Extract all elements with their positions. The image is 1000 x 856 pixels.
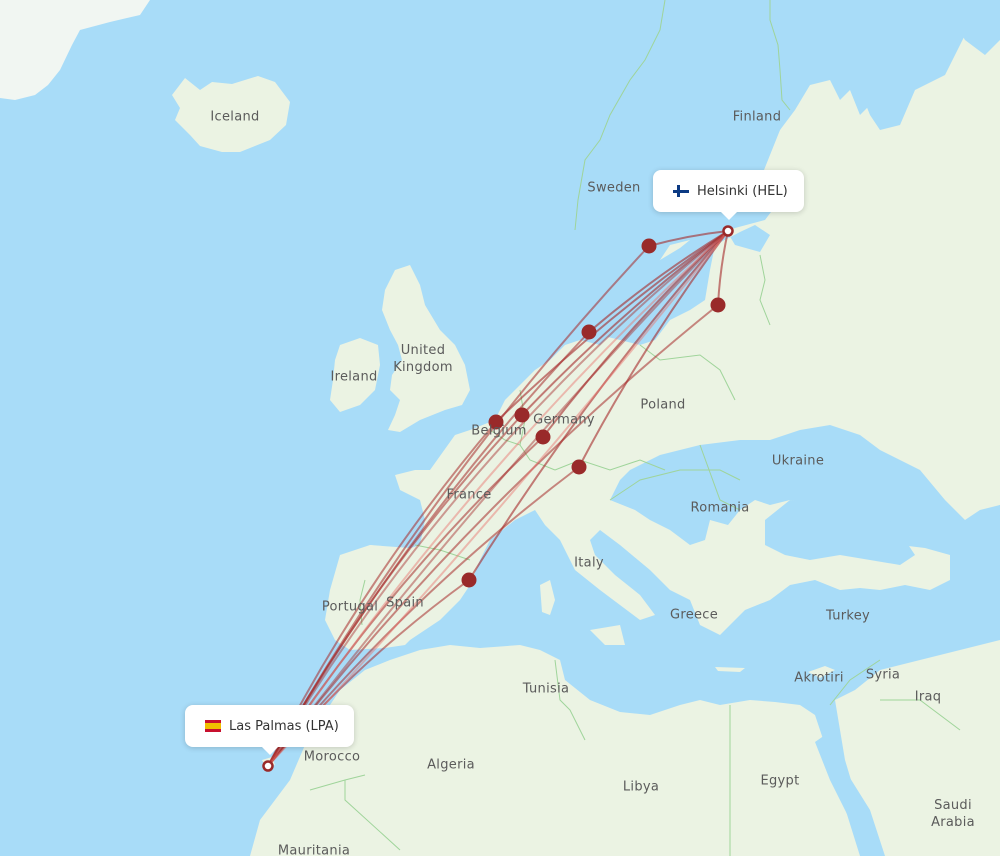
- landmass-crete: [715, 667, 745, 672]
- stopover-marker-munich[interactable]: [571, 459, 587, 475]
- stopover-marker-barcelona[interactable]: [461, 572, 477, 588]
- map-canvas: [0, 0, 1000, 856]
- spain-flag-icon: [205, 720, 221, 732]
- stopover-marker-brussels[interactable]: [488, 414, 504, 430]
- black-sea: [765, 495, 915, 565]
- finland-flag-icon: [673, 185, 689, 197]
- stopover-marker-frankfurt[interactable]: [535, 429, 551, 445]
- landmass-ireland: [330, 338, 380, 412]
- stopover-marker-dusseldorf[interactable]: [514, 407, 530, 423]
- caspian-sea: [983, 505, 1000, 580]
- landmass-iceland: [172, 76, 290, 152]
- landmass-sicily: [590, 625, 625, 645]
- destination-airport-label: Las Palmas (LPA): [229, 718, 339, 734]
- origin-airport-label: Helsinki (HEL): [697, 183, 788, 199]
- origin-airport-callout[interactable]: Helsinki (HEL): [653, 170, 804, 220]
- stopover-marker-stockholm[interactable]: [641, 238, 657, 254]
- destination-airport-callout[interactable]: Las Palmas (LPA): [185, 705, 354, 755]
- destination-airport-marker[interactable]: [262, 760, 274, 772]
- stopover-marker-copenhagen[interactable]: [581, 324, 597, 340]
- landmass-sardinia: [540, 580, 555, 615]
- origin-airport-marker[interactable]: [722, 225, 734, 237]
- landmass-cyprus: [808, 666, 835, 678]
- landmass-greenland: [0, 0, 150, 100]
- stopover-marker-riga[interactable]: [710, 297, 726, 313]
- landmass-africa: [250, 645, 860, 856]
- route-map[interactable]: Iceland Finland Sweden United Kingdom Irelan…: [0, 0, 1000, 856]
